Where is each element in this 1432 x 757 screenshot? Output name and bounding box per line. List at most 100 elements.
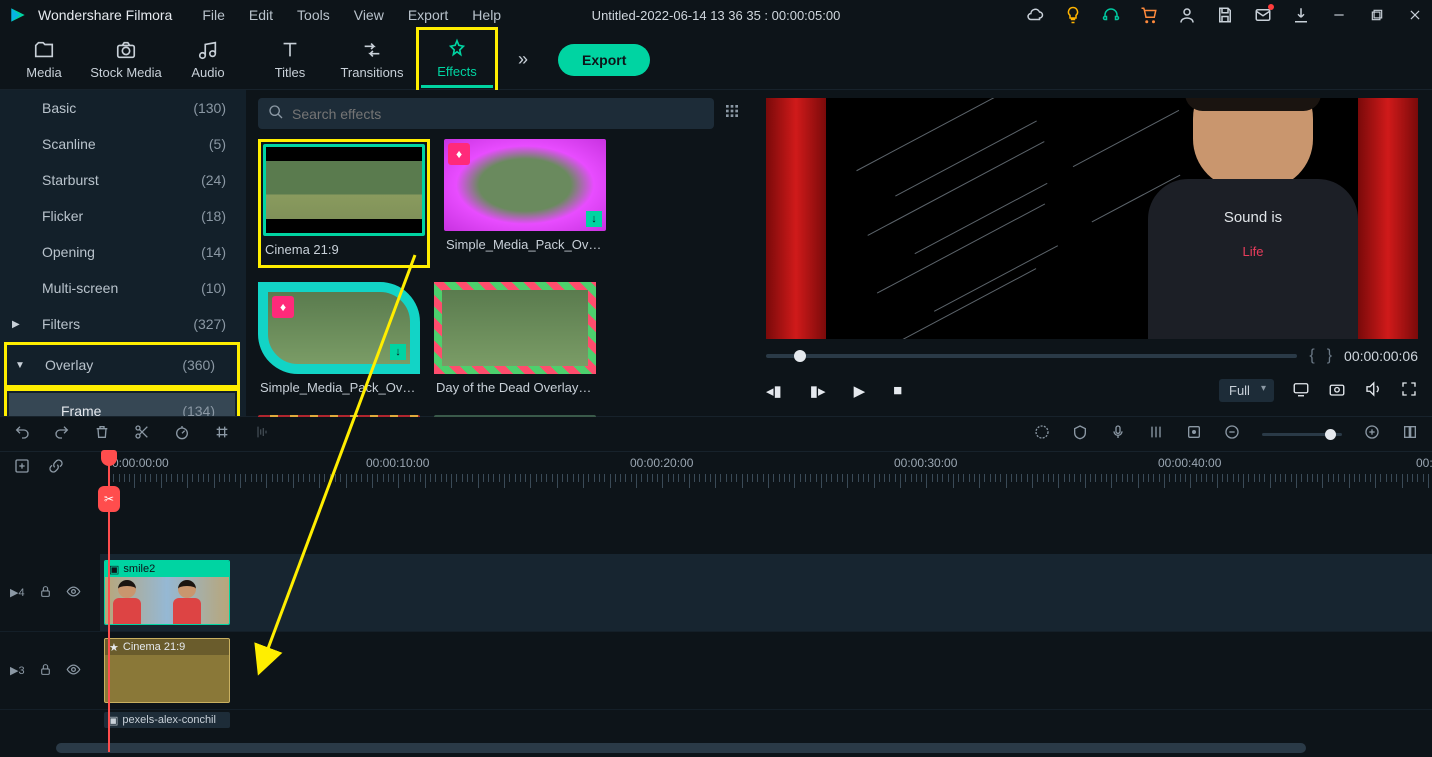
message-icon[interactable]	[1254, 6, 1272, 24]
document-title: Untitled-2022-06-14 13 36 35 : 00:00:05:…	[592, 8, 841, 23]
sidebar-item-frame[interactable]: Frame(134)	[9, 393, 235, 416]
grid-view-icon[interactable]	[724, 103, 740, 124]
redo-icon[interactable]	[54, 424, 70, 444]
effect-card-partial[interactable]	[258, 415, 420, 417]
timeline-scrollbar[interactable]	[56, 743, 1306, 753]
mark-out-icon[interactable]: }	[1327, 347, 1332, 365]
mark-in-icon[interactable]: {	[1309, 347, 1314, 365]
link-icon[interactable]	[48, 458, 64, 477]
display-settings-icon[interactable]	[1292, 380, 1310, 402]
next-frame-button[interactable]: ▮▸	[810, 382, 826, 400]
crop-icon[interactable]	[214, 424, 230, 444]
menu-help[interactable]: Help	[472, 7, 501, 23]
fullscreen-icon[interactable]	[1400, 380, 1418, 402]
playhead-split-icon[interactable]: ✂	[98, 486, 120, 512]
export-button[interactable]: Export	[558, 44, 650, 76]
zoom-in-icon[interactable]	[1364, 424, 1380, 444]
menubar: File Edit Tools View Export Help	[202, 7, 501, 23]
tab-transitions-label: Transitions	[340, 65, 403, 80]
effects-category-sidebar: Basic(130) Scanline(5) Starburst(24) Fli…	[0, 90, 246, 416]
download-badge-icon: ↓	[586, 211, 602, 227]
tab-transitions[interactable]: Transitions	[336, 33, 408, 86]
sidebar-item-flicker[interactable]: Flicker(18)	[0, 198, 246, 234]
marker-icon[interactable]	[1072, 424, 1088, 444]
voiceover-icon[interactable]	[1110, 424, 1126, 444]
timeline-ruler[interactable]: ✂ 0:00:00:00 00:00:10:00 00:00:20:00 00:…	[100, 452, 1432, 492]
tab-media[interactable]: Media	[8, 33, 80, 86]
download-icon[interactable]	[1292, 6, 1310, 24]
save-icon[interactable]	[1216, 6, 1234, 24]
preview-seek-slider[interactable]	[766, 354, 1297, 358]
sidebar-item-opening[interactable]: Opening(14)	[0, 234, 246, 270]
audio-adjust-icon[interactable]	[254, 424, 270, 444]
zoom-out-icon[interactable]	[1224, 424, 1240, 444]
window-maximize-icon[interactable]	[1368, 6, 1386, 24]
delete-icon[interactable]	[94, 424, 110, 444]
effect-clip-cinema-219[interactable]: ★Cinema 21:9	[104, 638, 230, 703]
prev-frame-button[interactable]: ◂▮	[766, 382, 782, 400]
playhead[interactable]: ✂	[108, 452, 110, 752]
text-icon	[279, 39, 301, 61]
tab-stock-label: Stock Media	[90, 65, 162, 80]
volume-icon[interactable]	[1364, 380, 1382, 402]
headset-icon[interactable]	[1102, 6, 1120, 24]
lock-icon[interactable]	[39, 663, 52, 679]
video-clip-pexels[interactable]: ▣pexels-alex-conchil	[104, 712, 230, 728]
window-close-icon[interactable]	[1406, 6, 1424, 24]
snapshot-icon[interactable]	[1328, 380, 1346, 402]
sidebar-item-scanline[interactable]: Scanline(5)	[0, 126, 246, 162]
preview-subject: Sound isLife	[1148, 98, 1358, 339]
cloud-icon[interactable]	[1026, 6, 1044, 24]
undo-icon[interactable]	[14, 424, 30, 444]
sidebar-item-filters[interactable]: ▶Filters(327)	[0, 306, 246, 342]
menu-view[interactable]: View	[354, 7, 384, 23]
effect-thumbnail	[258, 415, 420, 417]
lightbulb-icon[interactable]	[1064, 6, 1082, 24]
cart-icon[interactable]	[1140, 6, 1158, 24]
sidebar-item-overlay[interactable]: ▼Overlay(360)	[9, 347, 235, 383]
visibility-icon[interactable]	[66, 584, 81, 602]
tab-media-label: Media	[26, 65, 61, 80]
tab-audio[interactable]: Audio	[172, 33, 244, 86]
play-button[interactable]: ▶	[854, 382, 866, 400]
user-icon[interactable]	[1178, 6, 1196, 24]
effect-card-day-of-dead[interactable]: Day of the Dead Overlay …	[434, 282, 596, 401]
speed-icon[interactable]	[174, 424, 190, 444]
tab-effects[interactable]: Effects	[421, 32, 493, 88]
effect-card-simple-media-2[interactable]: ♦ ↓ Simple_Media_Pack_Ove…	[258, 282, 420, 401]
menu-tools[interactable]: Tools	[297, 7, 330, 23]
sidebar-item-basic[interactable]: Basic(130)	[0, 90, 246, 126]
chevron-right-icon: ▶	[12, 319, 20, 330]
split-icon[interactable]	[134, 424, 150, 444]
keyframe-icon[interactable]	[1186, 424, 1202, 444]
preview-quality-select[interactable]: Full	[1219, 379, 1274, 402]
effect-thumbnail: ♦ ↓	[444, 139, 606, 231]
track-3: ▶3 ★Cinema 21:9	[0, 632, 1432, 710]
sidebar-item-multiscreen[interactable]: Multi-screen(10)	[0, 270, 246, 306]
menu-edit[interactable]: Edit	[249, 7, 273, 23]
transitions-icon	[361, 39, 383, 61]
main-split: Basic(130) Scanline(5) Starburst(24) Fli…	[0, 90, 1432, 416]
search-effects-input[interactable]	[258, 98, 714, 129]
video-clip-smile2[interactable]: ▣smile2	[104, 560, 230, 625]
zoom-fit-icon[interactable]	[1402, 424, 1418, 444]
sidebar-item-starburst[interactable]: Starburst(24)	[0, 162, 246, 198]
zoom-slider[interactable]	[1262, 433, 1342, 436]
render-icon[interactable]	[1034, 424, 1050, 444]
menu-export[interactable]: Export	[408, 7, 448, 23]
lock-icon[interactable]	[39, 585, 52, 601]
tab-titles[interactable]: Titles	[254, 33, 326, 86]
titlebar-actions	[1026, 6, 1424, 24]
window-minimize-icon[interactable]	[1330, 6, 1348, 24]
folder-icon	[33, 39, 55, 61]
stop-button[interactable]: ■	[893, 382, 902, 399]
visibility-icon[interactable]	[66, 662, 81, 680]
effect-card-cinema-219[interactable]: Cinema 21:9	[263, 144, 425, 263]
effect-card-partial-2[interactable]	[434, 415, 596, 417]
effect-card-simple-media-1[interactable]: ♦ ↓ Simple_Media_Pack_Ove…	[444, 139, 606, 268]
menu-file[interactable]: File	[202, 7, 225, 23]
audio-mixer-icon[interactable]	[1148, 424, 1164, 444]
tab-stock-media[interactable]: Stock Media	[90, 33, 162, 86]
track-add-icon[interactable]	[14, 458, 30, 477]
tabs-overflow-icon[interactable]: »	[518, 49, 528, 70]
